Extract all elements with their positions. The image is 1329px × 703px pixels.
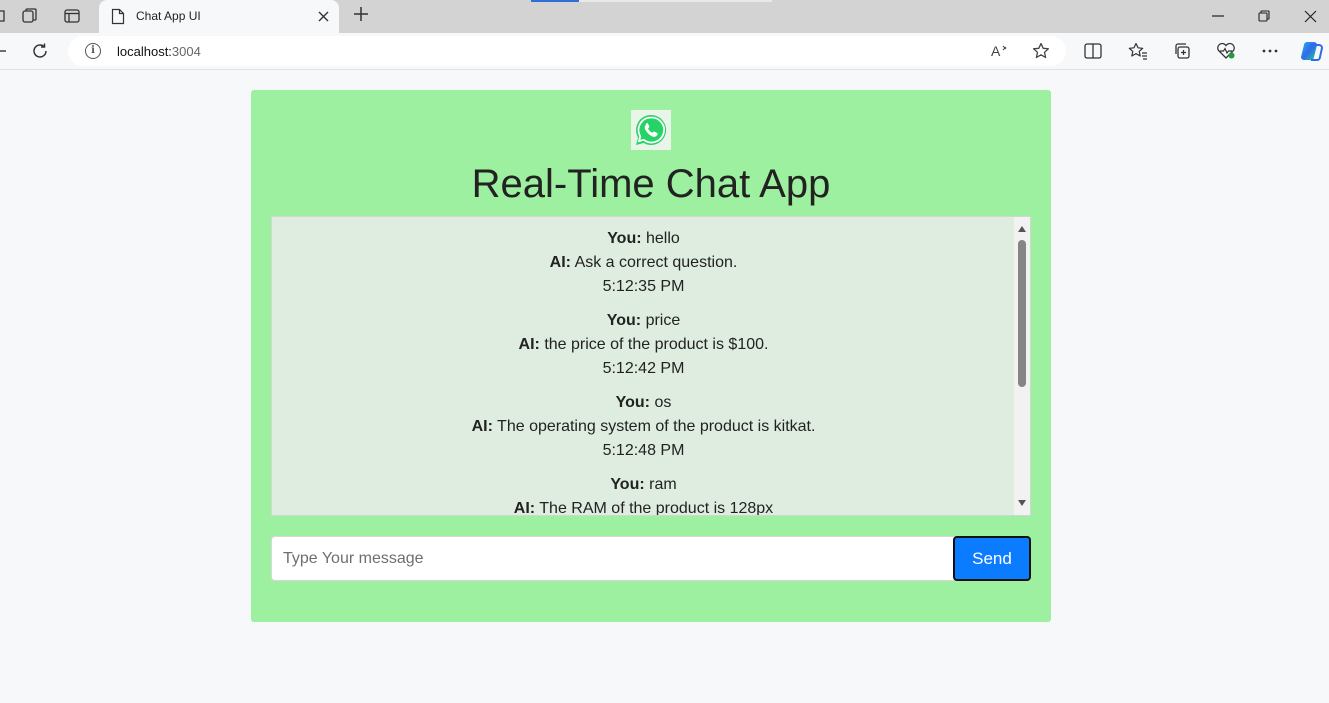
ai-text: The RAM of the product is 128px [539,500,774,516]
user-message: You: ram [272,473,1015,497]
message-time: 5:12:35 PM [602,278,685,295]
ai-label: AI: [518,336,540,353]
user-label: You: [610,476,645,493]
close-icon[interactable] [315,8,331,24]
ai-label: AI: [471,418,493,435]
user-text: price [645,312,681,329]
svg-text:A: A [991,43,1001,59]
minimize-icon[interactable] [1207,6,1229,26]
user-label: You: [615,394,650,411]
favorites-icon[interactable] [1128,41,1148,61]
read-aloud-icon[interactable]: A [991,42,1009,60]
ai-text: the price of the product is $100. [544,336,769,353]
address-url[interactable]: localhost:3004 [117,44,201,59]
ai-message: AI: The RAM of the product is 128px [272,497,1015,516]
info-icon[interactable]: i [85,43,101,59]
chat-app-card: Real-Time Chat App You: hello AI: Ask a … [251,90,1051,622]
refresh-icon[interactable] [30,41,50,61]
tab-strip-track [579,0,772,2]
scrollbar-thumb[interactable] [1018,240,1026,387]
browser-essentials-icon[interactable] [1216,41,1236,61]
whatsapp-icon [631,110,671,150]
send-button[interactable]: Send [953,536,1031,581]
chat-scrollbar[interactable] [1014,217,1030,515]
window-close-icon[interactable] [1299,6,1321,26]
back-icon[interactable] [0,41,9,61]
user-text: os [654,394,672,411]
tab-title: Chat App UI [136,9,201,23]
user-text: hello [646,230,680,247]
ai-message: AI: the price of the product is $100. [272,333,1015,357]
message-group: You: hello AI: Ask a correct question. 5… [272,227,1015,299]
sidebar-edge-icon[interactable] [0,7,9,25]
user-text: ram [649,476,677,493]
tab-chat-app[interactable]: Chat App UI [99,0,339,33]
scroll-up-arrow-icon[interactable] [1018,226,1026,232]
tab-strip-indicator [531,0,579,2]
ai-text: Ask a correct question. [574,254,738,271]
address-bar[interactable]: i localhost:3004 A [68,36,1066,66]
message-group: You: os AI: The operating system of the … [272,391,1015,463]
user-label: You: [606,312,642,329]
plus-icon[interactable] [351,5,371,27]
user-message: You: os [272,391,1015,415]
chat-messages-panel[interactable]: You: hello AI: Ask a correct question. 5… [271,216,1031,516]
scroll-down-arrow-icon[interactable] [1018,500,1026,506]
tab-actions-icon[interactable] [63,7,81,25]
browser-titlebar: Chat App UI [0,0,1329,33]
ai-message: AI: The operating system of the product … [272,415,1015,439]
message-time: 5:12:48 PM [602,442,685,459]
restore-icon[interactable] [1253,6,1275,26]
more-icon[interactable] [1260,41,1280,61]
ai-text: The operating system of the product is k… [497,418,816,435]
message-input[interactable] [271,536,955,581]
collections-icon[interactable] [1172,41,1192,61]
star-icon[interactable] [1032,42,1050,60]
user-message: You: hello [272,227,1015,251]
user-message: You: price [272,309,1015,333]
page-title: Real-Time Chat App [471,162,831,206]
ai-label: AI: [549,254,571,271]
message-group: You: ram AI: The RAM of the product is 1… [272,473,1015,516]
ai-label: AI: [513,500,536,516]
browser-toolbar: i localhost:3004 A [0,33,1329,70]
message-list: You: hello AI: Ask a correct question. 5… [272,217,1015,516]
message-time: 5:12:42 PM [602,360,685,377]
page-icon [111,8,125,25]
user-label: You: [607,230,642,247]
workspaces-icon[interactable] [21,7,39,25]
copilot-icon[interactable] [1300,39,1324,63]
message-composer: Send [271,536,1031,581]
message-group: You: price AI: the price of the product … [272,309,1015,381]
ai-message: AI: Ask a correct question. [272,251,1015,275]
split-screen-icon[interactable] [1083,41,1103,61]
